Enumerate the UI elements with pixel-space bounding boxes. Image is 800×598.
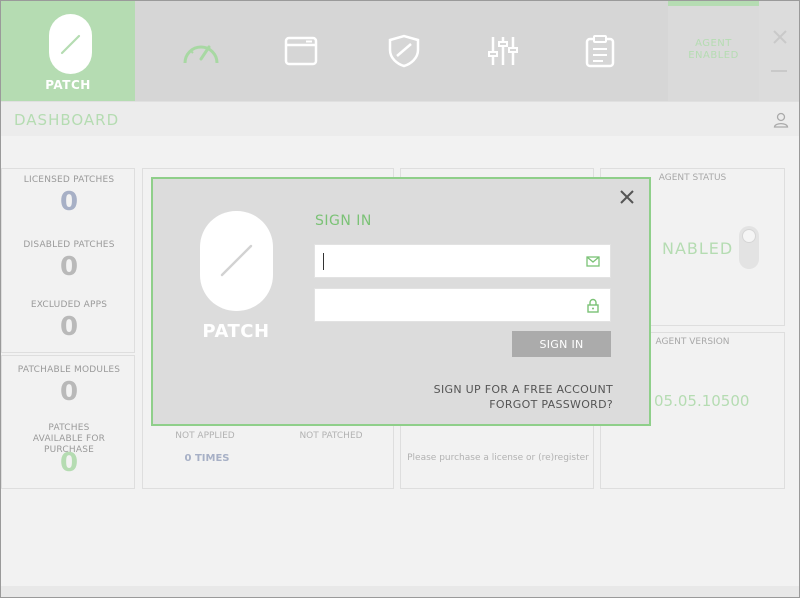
agent-toggle[interactable] (739, 226, 759, 269)
shield-icon (388, 34, 420, 68)
modal-logo-text: PATCH (202, 321, 270, 342)
browser-window-icon (284, 36, 318, 66)
speedometer-icon (183, 45, 219, 64)
agent-status-line-1: AGENT (695, 38, 732, 49)
password-field[interactable] (314, 288, 611, 322)
close-icon (773, 30, 787, 44)
close-icon (620, 190, 634, 204)
agent-status-line-2: ENABLED (688, 50, 739, 61)
stat-value: 0 (59, 448, 79, 478)
modal-close-button[interactable] (619, 189, 635, 205)
lock-icon (587, 298, 599, 313)
sign-in-button[interactable]: SIGN IN (512, 331, 611, 357)
window-minimize-button[interactable] (771, 70, 787, 72)
email-input[interactable] (315, 245, 575, 277)
nav-reports[interactable] (580, 31, 620, 71)
agent-status-indicator[interactable]: AGENT ENABLED (668, 1, 759, 101)
agent-status-value: NABLED (662, 239, 734, 258)
app-window: PATCH AGENT ENABLED DASHBOARD LICENSED P… (0, 0, 800, 598)
clipboard-icon (585, 35, 615, 68)
nav-settings[interactable] (483, 31, 523, 71)
stat-label: LICENSED PATCHES (23, 175, 115, 185)
user-account-button[interactable] (773, 112, 789, 132)
sign-up-link[interactable]: SIGN UP FOR A FREE ACCOUNT (434, 383, 613, 396)
logo-text: PATCH (45, 78, 91, 92)
nav-security[interactable] (384, 31, 424, 71)
dashboard-header: DASHBOARD (1, 101, 799, 136)
agent-version-value: 05.05.10500 (654, 392, 750, 410)
sign-in-dialog: PATCH SIGN IN SIGN IN SIGN UP FOR A FREE… (151, 177, 651, 426)
stat-value: 0 (59, 312, 79, 342)
app-logo: PATCH (1, 1, 135, 101)
stat-label: DISABLED PATCHES (23, 240, 115, 250)
stats-panel-top: LICENSED PATCHES 0 DISABLED PATCHES 0 EX… (1, 168, 135, 353)
modal-logo-pill-icon (200, 211, 273, 311)
nav-applications[interactable] (281, 31, 321, 71)
text-caret (323, 253, 324, 270)
sliders-icon (488, 37, 518, 65)
toggle-knob (742, 229, 756, 243)
page-title: DASHBOARD (14, 111, 120, 129)
logo-pill-icon (49, 14, 92, 74)
stats-panel-bottom: PATCHABLE MODULES 0 PATCHES AVAILABLE FO… (1, 355, 135, 489)
nav-dashboard[interactable] (181, 31, 221, 71)
forgot-password-link[interactable]: FORGOT PASSWORD? (489, 398, 613, 411)
sign-in-title: SIGN IN (315, 213, 372, 229)
stat-value: 0 (59, 187, 79, 217)
not-applied-label: NOT APPLIED (175, 431, 235, 441)
stat-label: EXCLUDED APPS (30, 300, 108, 310)
times-value: 0 TIMES (184, 453, 230, 464)
main-nav (135, 1, 668, 101)
not-patched-label: NOT PATCHED (299, 431, 363, 441)
password-input[interactable] (315, 289, 575, 321)
stat-value: 0 (59, 377, 79, 407)
purchase-note: Please purchase a license or (re)registe… (407, 453, 589, 463)
stat-label: PATCHABLE MODULES (17, 365, 121, 375)
user-icon (773, 112, 789, 128)
stat-value: 0 (59, 252, 79, 282)
envelope-icon (586, 256, 600, 267)
email-field[interactable] (314, 244, 611, 278)
top-bar: PATCH AGENT ENABLED (1, 1, 799, 101)
window-close-button[interactable] (769, 26, 791, 48)
status-bar (1, 586, 799, 597)
